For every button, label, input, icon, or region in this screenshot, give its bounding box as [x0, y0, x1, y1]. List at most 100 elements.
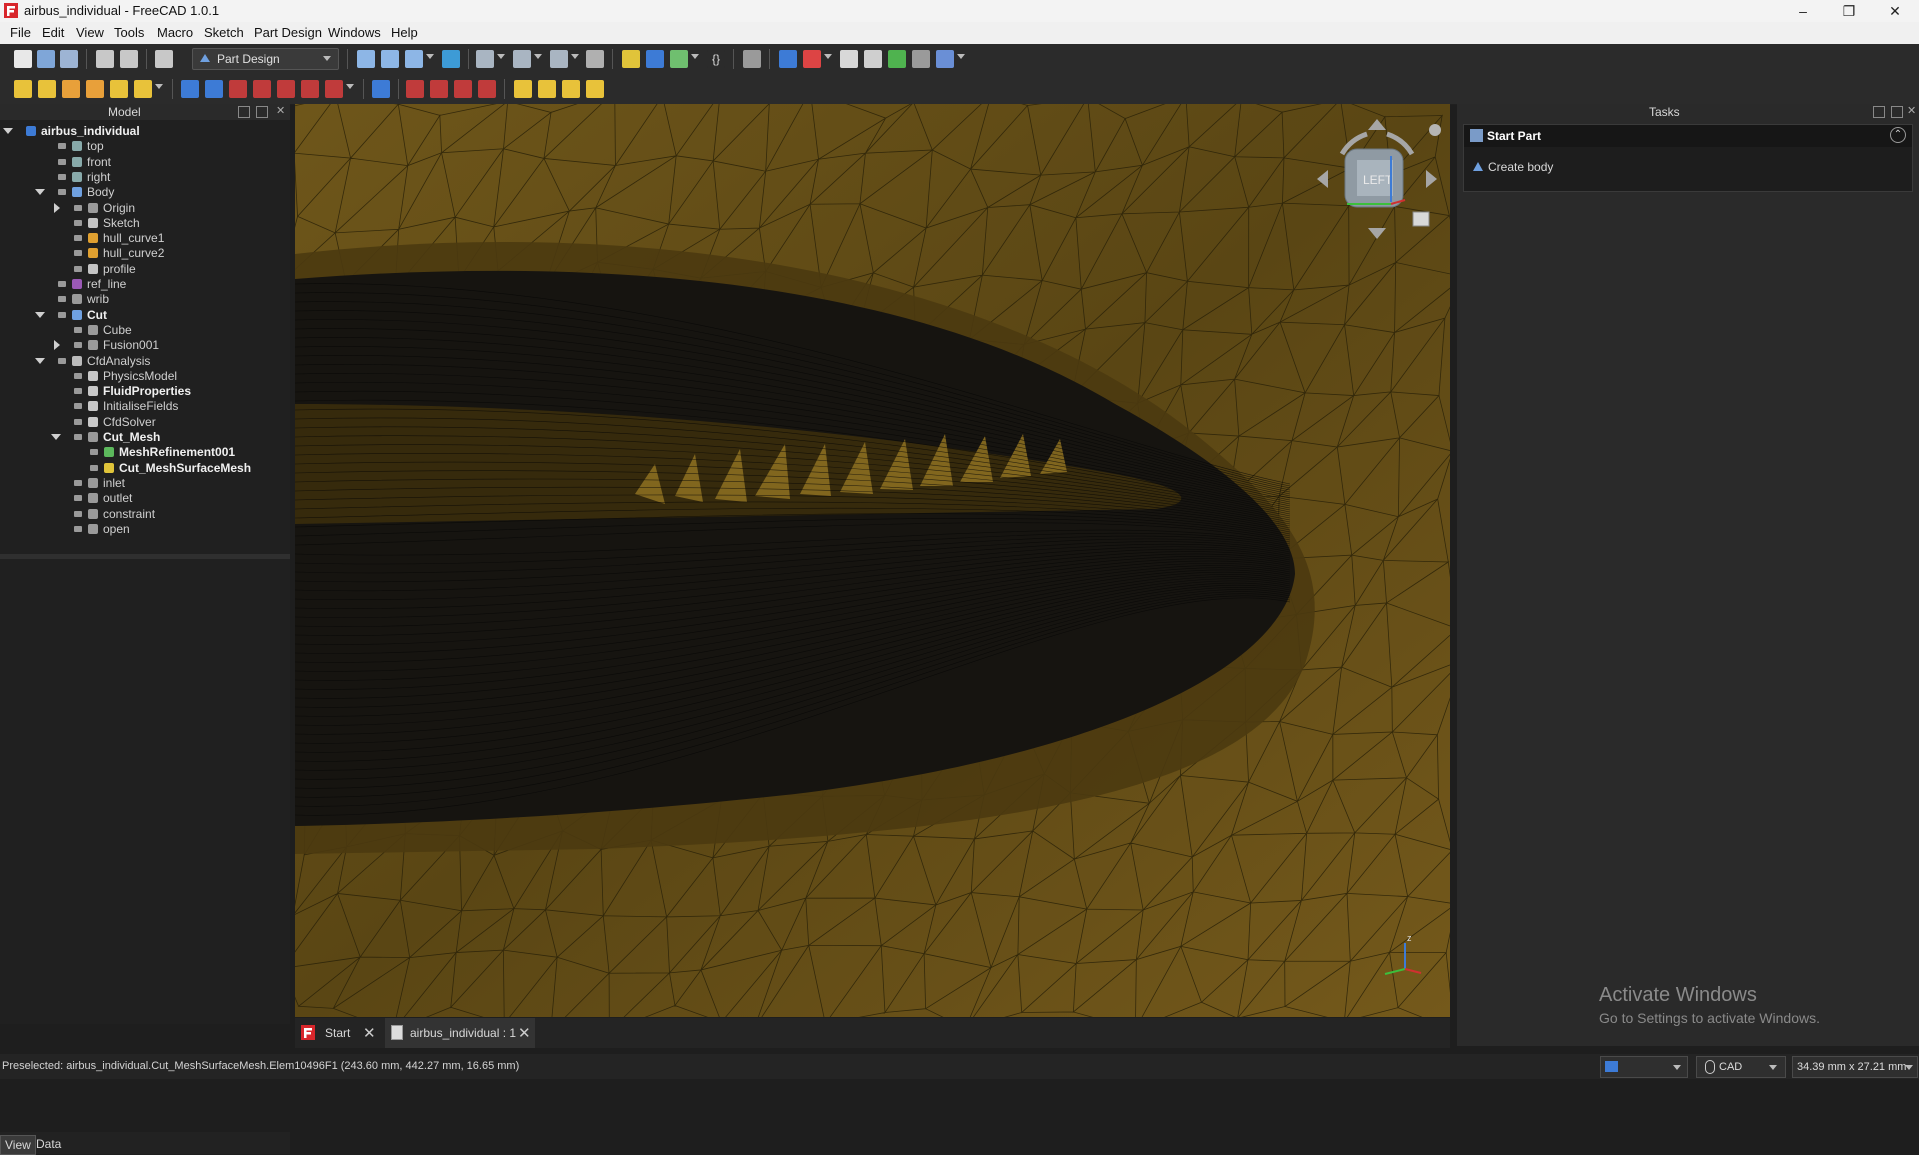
additive-helix-icon[interactable] [110, 80, 128, 98]
link-icon[interactable] [670, 50, 688, 68]
dimension-display[interactable]: 34.39 mm x 27.21 mm [1792, 1056, 1918, 1078]
zoom-icon[interactable] [550, 50, 568, 68]
tree-item[interactable]: front [0, 155, 290, 170]
view-isometric-icon[interactable] [476, 50, 494, 68]
subtractive-loft-icon[interactable] [253, 80, 271, 98]
tree-item[interactable]: Cut [0, 308, 290, 323]
pocket-icon[interactable] [181, 80, 199, 98]
undo-icon[interactable] [96, 50, 114, 68]
close-panel-icon[interactable]: ✕ [276, 104, 285, 117]
menu-part-design[interactable]: Part Design [254, 25, 322, 40]
visibility-icon[interactable] [74, 372, 82, 379]
additive-pipe-icon[interactable] [86, 80, 104, 98]
redo-icon[interactable] [120, 50, 138, 68]
panel-splitter[interactable] [0, 554, 290, 559]
visibility-icon[interactable] [74, 342, 82, 349]
save-icon[interactable] [60, 50, 78, 68]
linear-pattern-icon[interactable] [538, 80, 556, 98]
mesh-view[interactable]: LEFT z [295, 104, 1450, 1017]
menu-windows[interactable]: Windows [328, 25, 381, 40]
visibility-icon[interactable] [74, 265, 82, 272]
visibility-icon[interactable] [58, 158, 66, 165]
visibility-icon[interactable] [74, 388, 82, 395]
tree-item[interactable]: Origin [0, 201, 290, 216]
standard-views-icon[interactable] [513, 50, 531, 68]
tree-item[interactable]: hull_curve1 [0, 231, 290, 246]
visibility-icon[interactable] [74, 219, 82, 226]
expanded-icon[interactable] [35, 311, 45, 318]
float-icon[interactable] [256, 106, 268, 118]
close-panel-icon[interactable]: ✕ [1907, 104, 1916, 117]
menu-file[interactable]: File [10, 25, 31, 40]
visibility-icon[interactable] [74, 510, 82, 517]
measure-icon[interactable] [586, 50, 604, 68]
tree-item[interactable]: airbus_individual [0, 124, 290, 139]
visibility-icon[interactable] [58, 173, 66, 180]
chevron-down-icon[interactable] [571, 54, 579, 59]
tree-item[interactable]: Cube [0, 323, 290, 338]
collapsed-icon[interactable] [54, 340, 60, 351]
visibility-icon[interactable] [74, 418, 82, 425]
tree-item[interactable]: Cut_Mesh [0, 430, 290, 445]
visibility-icon[interactable] [74, 250, 82, 257]
hole-icon[interactable] [205, 80, 223, 98]
expanded-icon[interactable] [35, 189, 45, 196]
fillet-icon[interactable] [406, 80, 424, 98]
visibility-icon[interactable] [58, 281, 66, 287]
visibility-icon[interactable] [74, 326, 82, 333]
menu-view[interactable]: View [76, 25, 104, 40]
boolean-icon[interactable] [372, 80, 390, 98]
tree-item[interactable]: Sketch [0, 216, 290, 231]
create-part-icon[interactable] [622, 50, 640, 68]
visibility-icon[interactable] [74, 434, 82, 440]
cube-menu-icon[interactable] [1412, 211, 1430, 227]
tree-item[interactable]: PhysicsModel [0, 369, 290, 384]
create-group-icon[interactable] [646, 50, 664, 68]
chevron-down-icon[interactable] [426, 54, 434, 59]
tree-item[interactable]: hull_curve2 [0, 246, 290, 261]
collapse-icon[interactable]: ⌃ [1890, 127, 1906, 143]
tab-start[interactable]: Start ✕ [295, 1018, 382, 1048]
restore-button[interactable]: ❐ [1826, 0, 1872, 22]
undock-icon[interactable] [1873, 106, 1885, 118]
clone-icon[interactable] [912, 50, 930, 68]
thickness-icon[interactable] [478, 80, 496, 98]
tree-item[interactable]: CfdAnalysis [0, 354, 290, 369]
workbench-selector[interactable]: Part Design [192, 48, 339, 70]
chevron-down-icon[interactable] [346, 84, 354, 89]
collapsed-icon[interactable] [54, 202, 60, 213]
close-tab-icon[interactable]: ✕ [363, 1024, 376, 1042]
undock-icon[interactable] [238, 106, 250, 118]
body-icon[interactable] [779, 50, 797, 68]
navigation-style-selector[interactable]: CAD [1696, 1056, 1786, 1078]
tree-item[interactable]: open [0, 522, 290, 537]
close-window-button[interactable]: ✕ [1872, 0, 1918, 22]
pad-icon[interactable] [14, 80, 32, 98]
subtractive-pipe-icon[interactable] [277, 80, 295, 98]
tree-item[interactable]: inlet [0, 476, 290, 491]
attach-sketch-icon[interactable] [864, 50, 882, 68]
float-icon[interactable] [1891, 106, 1903, 118]
tree-item[interactable]: Body [0, 185, 290, 200]
tree-item[interactable]: Fusion001 [0, 338, 290, 353]
3d-viewport[interactable]: LEFT z [295, 104, 1450, 1017]
visibility-icon[interactable] [58, 357, 66, 364]
validate-sketch-icon[interactable] [840, 50, 858, 68]
visibility-icon[interactable] [58, 143, 66, 150]
tree-item[interactable]: right [0, 170, 290, 185]
chevron-down-icon[interactable] [155, 84, 163, 89]
fit-all-icon[interactable] [357, 50, 375, 68]
chevron-down-icon[interactable] [691, 54, 699, 59]
tree-item[interactable]: InitialiseFields [0, 399, 290, 414]
menu-tools[interactable]: Tools [114, 25, 144, 40]
menu-sketch[interactable]: Sketch [204, 25, 244, 40]
tab-airbus-individual[interactable]: airbus_individual : 1 ✕ [385, 1018, 535, 1048]
draw-style-icon[interactable] [405, 50, 423, 68]
chevron-down-icon[interactable] [824, 54, 832, 59]
draft-icon[interactable] [454, 80, 472, 98]
tab-data[interactable]: Data [32, 1135, 65, 1153]
sketch-icon[interactable] [803, 50, 821, 68]
additive-primitive-icon[interactable] [134, 80, 152, 98]
menu-help[interactable]: Help [391, 25, 418, 40]
expanded-icon[interactable] [35, 357, 45, 364]
